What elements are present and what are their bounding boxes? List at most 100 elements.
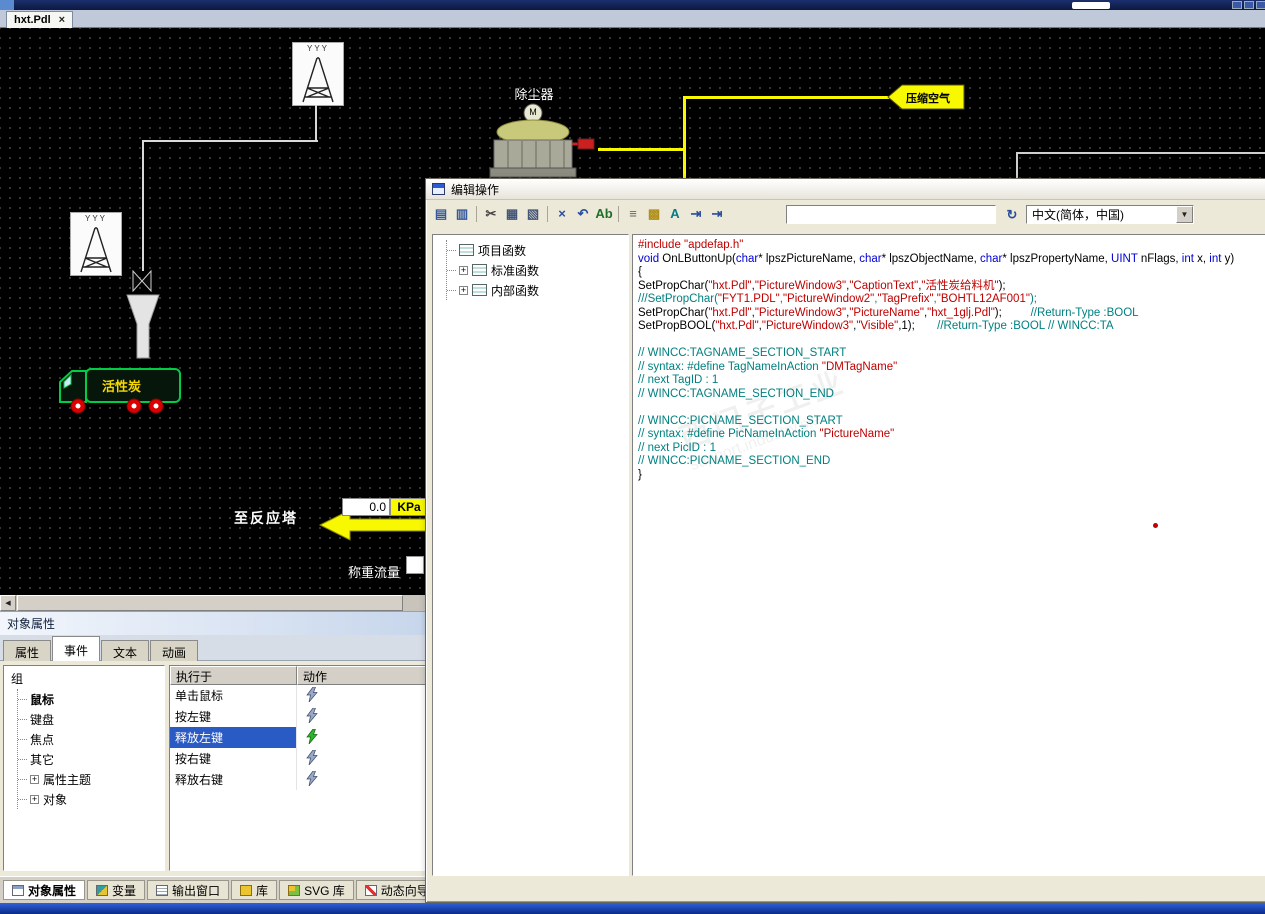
refresh-icon[interactable]: ↻ — [1002, 205, 1022, 224]
chevron-down-icon[interactable]: ▼ — [1176, 206, 1193, 223]
code-line: // syntax: #define PicNameInAction "Pict… — [638, 428, 895, 440]
code-line: } — [638, 468, 642, 481]
compile-icon[interactable]: ▥ — [452, 204, 472, 223]
tower-symbol-1[interactable]: YYY — [292, 42, 344, 106]
scrollbar-thumb[interactable] — [17, 595, 403, 611]
dust-collector[interactable]: 除尘器 M — [488, 84, 600, 188]
tree-item-label: 焦点 — [30, 732, 55, 747]
event-trigger-cell[interactable]: 释放左键 — [170, 727, 297, 748]
event-trigger-cell[interactable]: 释放右键 — [170, 769, 297, 790]
compressed-air-banner[interactable]: 压缩空气 — [886, 82, 966, 112]
titlebar-accent — [0, 0, 14, 10]
tree-item-label: 鼠标 — [30, 692, 55, 707]
pipe-gray-right[interactable] — [1016, 152, 1265, 154]
output-icon — [156, 884, 169, 896]
event-trigger-cell[interactable]: 单击鼠标 — [170, 685, 297, 706]
props-icon — [12, 884, 24, 896]
properties-tree-item[interactable]: 键盘 — [18, 709, 164, 729]
properties-tab-3[interactable]: 动画 — [150, 640, 199, 661]
document-tab-bar: hxt.Pdl × — [0, 10, 1265, 28]
tower-lattice — [302, 57, 334, 103]
language-value: 中文(简体，中国) — [1032, 208, 1124, 222]
action-bolt-icon — [306, 749, 318, 768]
tree-root-group[interactable]: 组 — [4, 666, 164, 689]
dialog-titlebar[interactable]: 编辑操作 — [426, 179, 1265, 200]
language-select[interactable]: 中文(简体，中国) ▼ — [1026, 205, 1194, 224]
properties-tab-1[interactable]: 事件 — [52, 636, 101, 661]
properties-tree-item[interactable]: 焦点 — [18, 729, 164, 749]
panel-tab-label: 对象属性 — [28, 883, 77, 898]
event-category-tree[interactable]: 组 鼠标键盘焦点其它 + 属性主题 + 对象 — [3, 665, 165, 871]
pipe-gray-vertical-main[interactable] — [142, 141, 144, 271]
cut-icon[interactable]: ✂ — [481, 204, 501, 223]
panel-tab-label: 动态向导 — [380, 883, 429, 898]
code-editor[interactable]: #include "apdefap.h" void OnLButtonUp(cha… — [632, 234, 1265, 876]
scroll-left-button[interactable]: ◀ — [0, 595, 16, 611]
to-reaction-tower-label: 至反应塔 — [234, 510, 298, 526]
library-icon — [240, 884, 253, 896]
delete-icon[interactable]: × — [552, 204, 572, 223]
list-icon[interactable]: ≡ — [623, 204, 643, 223]
tab-hxt-pdl[interactable]: hxt.Pdl × — [6, 11, 74, 28]
code-line: // WINCC:TAGNAME_SECTION_END — [638, 387, 834, 400]
panel-tab-tag[interactable]: 变量 — [87, 880, 146, 900]
panel-tab-props[interactable]: 对象属性 — [3, 880, 86, 900]
edit-operation-dialog[interactable]: 编辑操作 ▤ ▥ ✂ ▦ ▧ × ↶ Ab ≡ ▩ A ⇥ ⇥ ↻ 中文(简体，中国) ▼ 项目函数 + 标… — [425, 178, 1265, 903]
function-tree[interactable]: 项目函数 + 标准函数 + 内部函数 — [432, 234, 629, 876]
paste-icon[interactable]: ▧ — [523, 204, 543, 223]
function-tree-label: 标准函数 — [491, 263, 540, 278]
expand-icon[interactable]: + — [30, 774, 39, 784]
panel-tab-library[interactable]: 库 — [231, 880, 278, 900]
library-icon[interactable]: ▩ — [644, 204, 664, 223]
pipe-yellow-horizontal[interactable] — [683, 96, 889, 99]
expand-icon[interactable]: + — [459, 265, 468, 275]
properties-tab-2[interactable]: 文本 — [101, 640, 150, 661]
goto-icon[interactable]: ⇥ — [686, 204, 706, 223]
properties-tree-item[interactable]: + 属性主题 — [18, 769, 164, 789]
valve-symbol[interactable] — [132, 270, 152, 292]
function-tree-item[interactable]: + 标准函数 — [447, 260, 628, 280]
close-icon[interactable]: × — [59, 14, 65, 26]
pressure-unit: KPa — [397, 500, 421, 514]
panel-tab-svg-lib[interactable]: SVG 库 — [279, 880, 354, 900]
properties-tree-item[interactable]: 鼠标 — [18, 689, 164, 709]
hopper-funnel[interactable] — [126, 294, 160, 360]
toolbar-separator — [618, 205, 619, 222]
event-trigger-cell[interactable]: 按右键 — [170, 748, 297, 769]
expand-icon[interactable]: + — [459, 285, 468, 295]
carbon-truck[interactable]: 活性炭 — [56, 358, 184, 416]
function-tree-item[interactable]: + 内部函数 — [447, 280, 628, 300]
code-line: // syntax: #define TagNameInAction "DMTa… — [638, 360, 898, 373]
pipe-yellow-branch[interactable] — [598, 148, 685, 151]
truck-label: 活性炭 — [102, 379, 142, 394]
pipe-gray-vertical-tower[interactable] — [315, 105, 317, 141]
maximize-button[interactable] — [1244, 1, 1254, 9]
taskbar[interactable] — [0, 903, 1265, 914]
properties-tab-0[interactable]: 属性 — [3, 640, 52, 661]
new-action-icon[interactable]: ▤ — [431, 204, 451, 223]
column-header-trigger[interactable]: 执行于 — [170, 666, 297, 685]
function-tree-label: 内部函数 — [491, 283, 540, 298]
spellcheck-icon[interactable]: Ab — [594, 204, 614, 223]
panel-tab-label: SVG 库 — [304, 883, 345, 898]
script-search-input[interactable] — [786, 205, 996, 224]
pipe-gray-horizontal[interactable] — [142, 140, 318, 142]
panel-tab-output[interactable]: 输出窗口 — [147, 880, 230, 900]
desktop-titlebar — [0, 0, 1265, 10]
weighing-flow-field[interactable] — [406, 556, 424, 574]
properties-tree-item[interactable]: 其它 — [18, 749, 164, 769]
event-trigger-cell[interactable]: 按左键 — [170, 706, 297, 727]
undo-icon[interactable]: ↶ — [573, 204, 593, 223]
expand-icon[interactable]: + — [30, 794, 39, 804]
close-button[interactable] — [1256, 1, 1265, 9]
export-icon[interactable]: ⇥ — [707, 204, 727, 223]
properties-tree-item[interactable]: + 对象 — [18, 789, 164, 809]
tower-symbol-2[interactable]: YYY — [70, 212, 122, 276]
copy-icon[interactable]: ▦ — [502, 204, 522, 223]
minimize-button[interactable] — [1232, 1, 1242, 9]
pressure-value-field[interactable]: 0.0 — [342, 498, 390, 516]
tree-item-label: 其它 — [30, 752, 55, 767]
font-icon[interactable]: A — [665, 204, 685, 223]
function-tree-item[interactable]: 项目函数 — [447, 240, 628, 260]
